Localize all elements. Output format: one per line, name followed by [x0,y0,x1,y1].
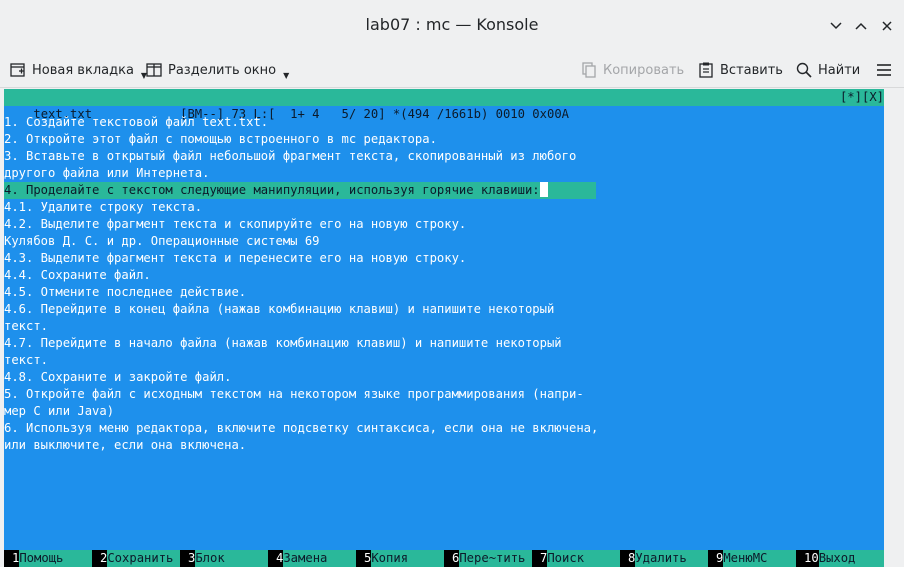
text-line: мер C или Java) [4,404,115,418]
fkey-label: Сохранить [107,550,180,567]
fkey-number: 7 [532,550,548,567]
fkey-label: Удалить [635,550,708,567]
text-line: 6. Используя меню редактора, включите по… [4,421,599,435]
fkey-number: 6 [444,550,460,567]
konsole-toolbar: Новая вкладка ▼ Разделить окно ▼ Копиров… [0,52,904,88]
fkey-replace[interactable]: 4 Замена [268,550,356,567]
text-line: 4.1. Удалите строку текста. [4,200,203,214]
text-line: 1. Создайте текстовой файл text.txt. [4,115,269,129]
fkey-number: 4 [268,550,284,567]
text-line: другого файла или Интернета. [4,166,210,180]
fkey-label: Блок [195,550,268,567]
fkey-label: МенюMC [723,550,796,567]
paste-button[interactable]: Вставить [697,58,783,82]
find-button[interactable]: Найти [795,58,860,82]
fkey-label: Помощь [19,550,92,567]
text-line: 5. Откройте файл с исходным текстом на н… [4,387,584,401]
fkey-menu[interactable]: 9 МенюMC [708,550,796,567]
fkey-label: Пере~тить [459,550,532,567]
function-key-bar: 1 Помощь 2 Сохранить 3 Блок 4 Замена 5 Копия … [4,550,884,567]
fkey-label: Выход [818,550,884,567]
text-line: 4.6. Перейдите в конец файла (нажав комб… [4,302,555,316]
hamburger-menu-button[interactable] [875,58,893,82]
text-line: Кулябов Д. С. и др. Операционные системы… [4,234,320,248]
hamburger-menu-icon [877,64,891,76]
paste-label: Вставить [720,62,783,78]
maximize-button[interactable] [851,16,871,36]
chevron-up-icon [855,22,867,30]
status-window-buttons[interactable]: [*][X] [840,89,884,106]
fkey-number: 8 [620,550,636,567]
fkey-number: 2 [92,550,108,567]
editor-text-area[interactable]: 1. Создайте текстовой файл text.txt. 2. … [4,114,884,454]
fkey-search[interactable]: 7 Поиск [532,550,620,567]
fkey-delete[interactable]: 8 Удалить [620,550,708,567]
editor-status-line: text.txt [BM--] 73 L:[ 1+ 4 5/ 20] *(494… [4,89,884,121]
window-title: lab07 : mc — Konsole [365,15,539,34]
find-label: Найти [818,62,861,78]
new-tab-icon [10,63,25,77]
fkey-block[interactable]: 3 Блок [180,550,268,567]
text-cursor [539,182,548,197]
text-line: текст. [4,353,49,367]
minimize-button[interactable] [826,16,846,36]
new-tab-label: Новая вкладка [32,62,134,78]
current-line: 4. Проделайте с текстом следующие манипу… [4,182,596,199]
text-line: 2. Откройте этот файл с помощью встроенн… [4,132,437,146]
fkey-number: 3 [180,550,196,567]
new-tab-button[interactable]: Новая вкладка ▼ [9,58,147,82]
fkey-label: Замена [283,550,356,567]
window-titlebar: lab07 : mc — Konsole [0,0,904,52]
split-view-label: Разделить окно [168,62,277,78]
fkey-quit[interactable]: 10 Выход [796,550,884,567]
copy-label: Копировать [603,62,685,78]
text-line: или выключите, если она включена. [4,438,247,452]
text-line: 4.2. Выделите фрагмент текста и скопируй… [4,217,467,231]
current-line-text: 4. Проделайте с текстом следующие манипу… [4,183,540,197]
text-line: 4.3. Выделите фрагмент текста и перенеси… [4,251,467,265]
split-view-button[interactable]: Разделить окно ▼ [145,58,289,82]
search-icon [796,62,812,78]
copy-icon [582,62,596,78]
fkey-number: 9 [708,550,724,567]
fkey-copy[interactable]: 5 Копия [356,550,444,567]
close-icon [882,21,892,31]
text-line: текст. [4,319,49,333]
fkey-move[interactable]: 6 Пере~тить [444,550,532,567]
text-line: 4.5. Отмените последнее действие. [4,285,247,299]
fkey-label: Копия [371,550,444,567]
fkey-help[interactable]: 1 Помощь [4,550,92,567]
dropdown-arrow-icon: ▼ [283,70,290,80]
close-button[interactable] [877,16,897,36]
copy-button[interactable]: Копировать [580,58,684,82]
text-line: 4.8. Сохраните и закройте файл. [4,370,232,384]
chevron-down-icon [830,22,842,30]
fkey-number: 1 [4,550,20,567]
text-line: 4.4. Сохраните файл. [4,268,151,282]
fkey-label: Поиск [547,550,620,567]
fkey-number: 10 [796,550,819,567]
paste-icon [699,62,713,78]
split-view-icon [146,63,162,77]
fkey-save[interactable]: 2 Сохранить [92,550,180,567]
fkey-number: 5 [356,550,372,567]
terminal-view[interactable]: text.txt [BM--] 73 L:[ 1+ 4 5/ 20] *(494… [4,89,884,567]
text-line: 4.7. Перейдите в начало файла (нажав ком… [4,336,562,350]
terminal-scrollbar[interactable] [884,89,904,567]
text-line: 3. Вставьте в открытый файл небольшой фр… [4,149,577,163]
